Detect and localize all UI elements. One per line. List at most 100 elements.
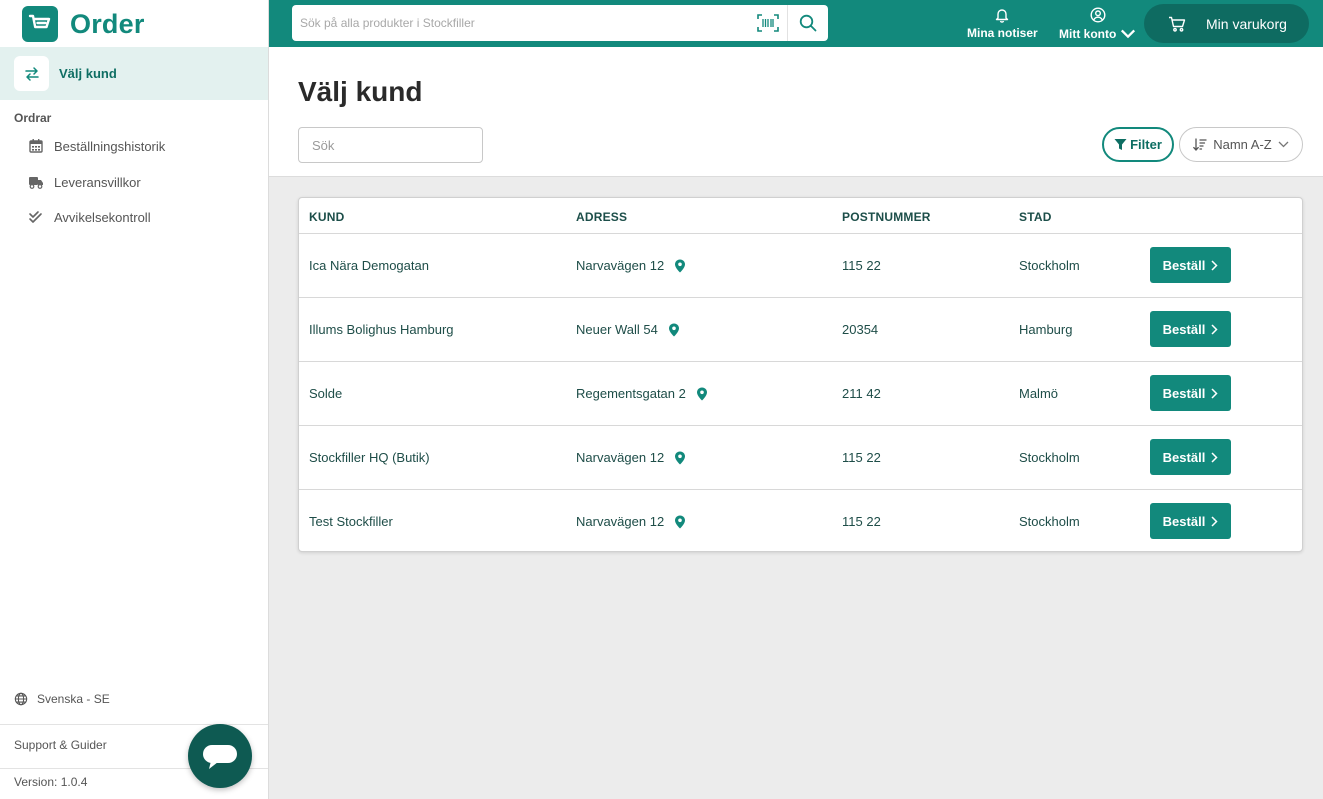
- sidebar-item-label: Leveransvillkor: [54, 174, 141, 190]
- address-text: Narvavägen 12: [576, 450, 665, 465]
- sidebar-item-label: Beställningshistorik: [54, 138, 166, 154]
- address-text: Regementsgatan 2: [576, 386, 686, 401]
- page-title: Välj kund: [298, 76, 423, 107]
- filter-label: Filter: [1130, 137, 1162, 152]
- table-row[interactable]: Test Stockfiller Narvavägen 12 115 22 Stock…: [299, 490, 1302, 551]
- sort-descending-icon: [1193, 138, 1207, 151]
- order-button-label: Beställ: [1162, 449, 1206, 465]
- page-header: Välj kund Filter Namn A-Z: [269, 47, 1323, 177]
- version-label: Version: 1.0.4: [14, 775, 88, 789]
- address-cell: Narvavägen 12: [576, 258, 686, 273]
- location-pin-icon[interactable]: [696, 387, 708, 401]
- postcode-cell: 115 22: [842, 514, 881, 529]
- cart-icon: [1169, 16, 1186, 32]
- postcode-cell: 115 22: [842, 450, 881, 465]
- filter-button[interactable]: Filter: [1102, 127, 1174, 162]
- address-cell: Narvavägen 12: [576, 450, 686, 465]
- postcode-cell: 115 22: [842, 258, 881, 273]
- chat-button[interactable]: [188, 724, 252, 788]
- order-button[interactable]: Beställ: [1150, 375, 1231, 411]
- sidebar-item-deviation-check[interactable]: Avvikelsekontroll: [28, 206, 151, 228]
- swap-arrows-icon: [14, 56, 49, 91]
- sidebar-item-order-history[interactable]: Beställningshistorik: [28, 135, 165, 157]
- chevron-down-icon: [1121, 29, 1136, 39]
- column-header-postcode[interactable]: POSTNUMMER: [842, 210, 931, 224]
- customer-search-input[interactable]: [298, 127, 483, 163]
- address-cell: Narvavägen 12: [576, 514, 686, 529]
- column-header-city[interactable]: STAD: [1019, 210, 1052, 224]
- city-cell: Malmö: [1019, 386, 1059, 401]
- cart-label: Min varukorg: [1206, 15, 1287, 32]
- location-pin-icon[interactable]: [674, 451, 686, 465]
- address-text: Narvavägen 12: [576, 258, 665, 273]
- select-customer-nav[interactable]: Välj kund: [0, 47, 268, 100]
- location-pin-icon[interactable]: [668, 323, 680, 337]
- barcode-scan-button[interactable]: [748, 5, 788, 41]
- table-row[interactable]: Solde Regementsgatan 2 211 42 Malmö Beställ: [299, 362, 1302, 426]
- bell-icon: [996, 9, 1009, 23]
- chevron-right-icon: [1211, 323, 1218, 335]
- customer-name: Solde: [309, 386, 343, 401]
- order-button-label: Beställ: [1162, 385, 1206, 401]
- order-button[interactable]: Beställ: [1150, 503, 1231, 539]
- support-link[interactable]: Support & Guider: [14, 738, 107, 752]
- product-search-input[interactable]: [292, 5, 748, 41]
- customer-table: KUND ADRESS POSTNUMMER STAD Ica Nära Dem…: [298, 197, 1303, 552]
- calendar-icon: [29, 139, 43, 153]
- table-row[interactable]: Illums Bolighus Hamburg Neuer Wall 54 2035…: [299, 298, 1302, 362]
- table-row[interactable]: Stockfiller HQ (Butik) Narvavägen 12 115 2…: [299, 426, 1302, 490]
- customer-name: Stockfiller HQ (Butik): [309, 450, 430, 465]
- order-button[interactable]: Beställ: [1150, 311, 1231, 347]
- sidebar-item-label: Avvikelsekontroll: [54, 209, 151, 225]
- order-button-label: Beställ: [1162, 257, 1206, 273]
- chat-bubble-icon: [203, 745, 237, 769]
- table-body: Ica Nära Demogatan Narvavägen 12 115 22 Sto…: [299, 234, 1302, 551]
- notifications-link[interactable]: Mina notiser: [967, 7, 1038, 40]
- barcode-scan-icon: [756, 14, 779, 32]
- account-label: Mitt konto: [1059, 27, 1117, 41]
- order-button-label: Beställ: [1162, 513, 1206, 529]
- city-cell: Stockholm: [1019, 514, 1080, 529]
- postcode-cell: 211 42: [842, 386, 881, 401]
- customer-name: Illums Bolighus Hamburg: [309, 322, 454, 337]
- sort-label: Namn A-Z: [1213, 137, 1272, 152]
- globe-icon: [14, 692, 28, 706]
- chevron-right-icon: [1211, 515, 1218, 527]
- top-bar: Mina notiser Mitt konto Min varukorg: [269, 0, 1323, 47]
- chevron-down-icon: [1278, 141, 1289, 148]
- city-cell: Hamburg: [1019, 322, 1073, 337]
- order-button-label: Beställ: [1162, 321, 1206, 337]
- product-search-button[interactable]: [788, 5, 828, 41]
- cart-button[interactable]: Min varukorg: [1144, 4, 1309, 43]
- product-search: [292, 5, 828, 41]
- postcode-cell: 20354: [842, 322, 879, 337]
- location-pin-icon[interactable]: [674, 515, 686, 529]
- location-pin-icon[interactable]: [674, 259, 686, 273]
- user-circle-icon: [1090, 7, 1106, 23]
- column-header-customer[interactable]: KUND: [309, 210, 344, 224]
- language-label: Svenska - SE: [37, 692, 110, 706]
- address-text: Narvavägen 12: [576, 514, 665, 529]
- account-menu[interactable]: Mitt konto: [1059, 7, 1136, 42]
- customer-name: Ica Nära Demogatan: [309, 258, 429, 273]
- order-button[interactable]: Beställ: [1150, 247, 1231, 283]
- chevron-right-icon: [1211, 451, 1218, 463]
- customer-name: Test Stockfiller: [309, 514, 393, 529]
- sidebar: Order Välj kund Ordrar Beställningshisto…: [0, 0, 269, 799]
- chevron-right-icon: [1211, 387, 1218, 399]
- orders-section-title: Ordrar: [14, 111, 52, 125]
- order-button[interactable]: Beställ: [1150, 439, 1231, 475]
- brand-name: Order: [70, 8, 145, 39]
- truck-icon: [29, 177, 43, 189]
- city-cell: Stockholm: [1019, 258, 1080, 273]
- double-check-icon: [29, 211, 42, 223]
- address-cell: Regementsgatan 2: [576, 386, 708, 401]
- table-header: KUND ADRESS POSTNUMMER STAD: [299, 198, 1302, 234]
- table-row[interactable]: Ica Nära Demogatan Narvavägen 12 115 22 Sto…: [299, 234, 1302, 298]
- sidebar-item-delivery-terms[interactable]: Leveransvillkor: [28, 171, 141, 193]
- language-selector[interactable]: Svenska - SE: [14, 692, 110, 706]
- sort-dropdown[interactable]: Namn A-Z: [1179, 127, 1303, 162]
- search-icon: [799, 14, 817, 32]
- column-header-address[interactable]: ADRESS: [576, 210, 627, 224]
- brand[interactable]: Order: [22, 5, 145, 43]
